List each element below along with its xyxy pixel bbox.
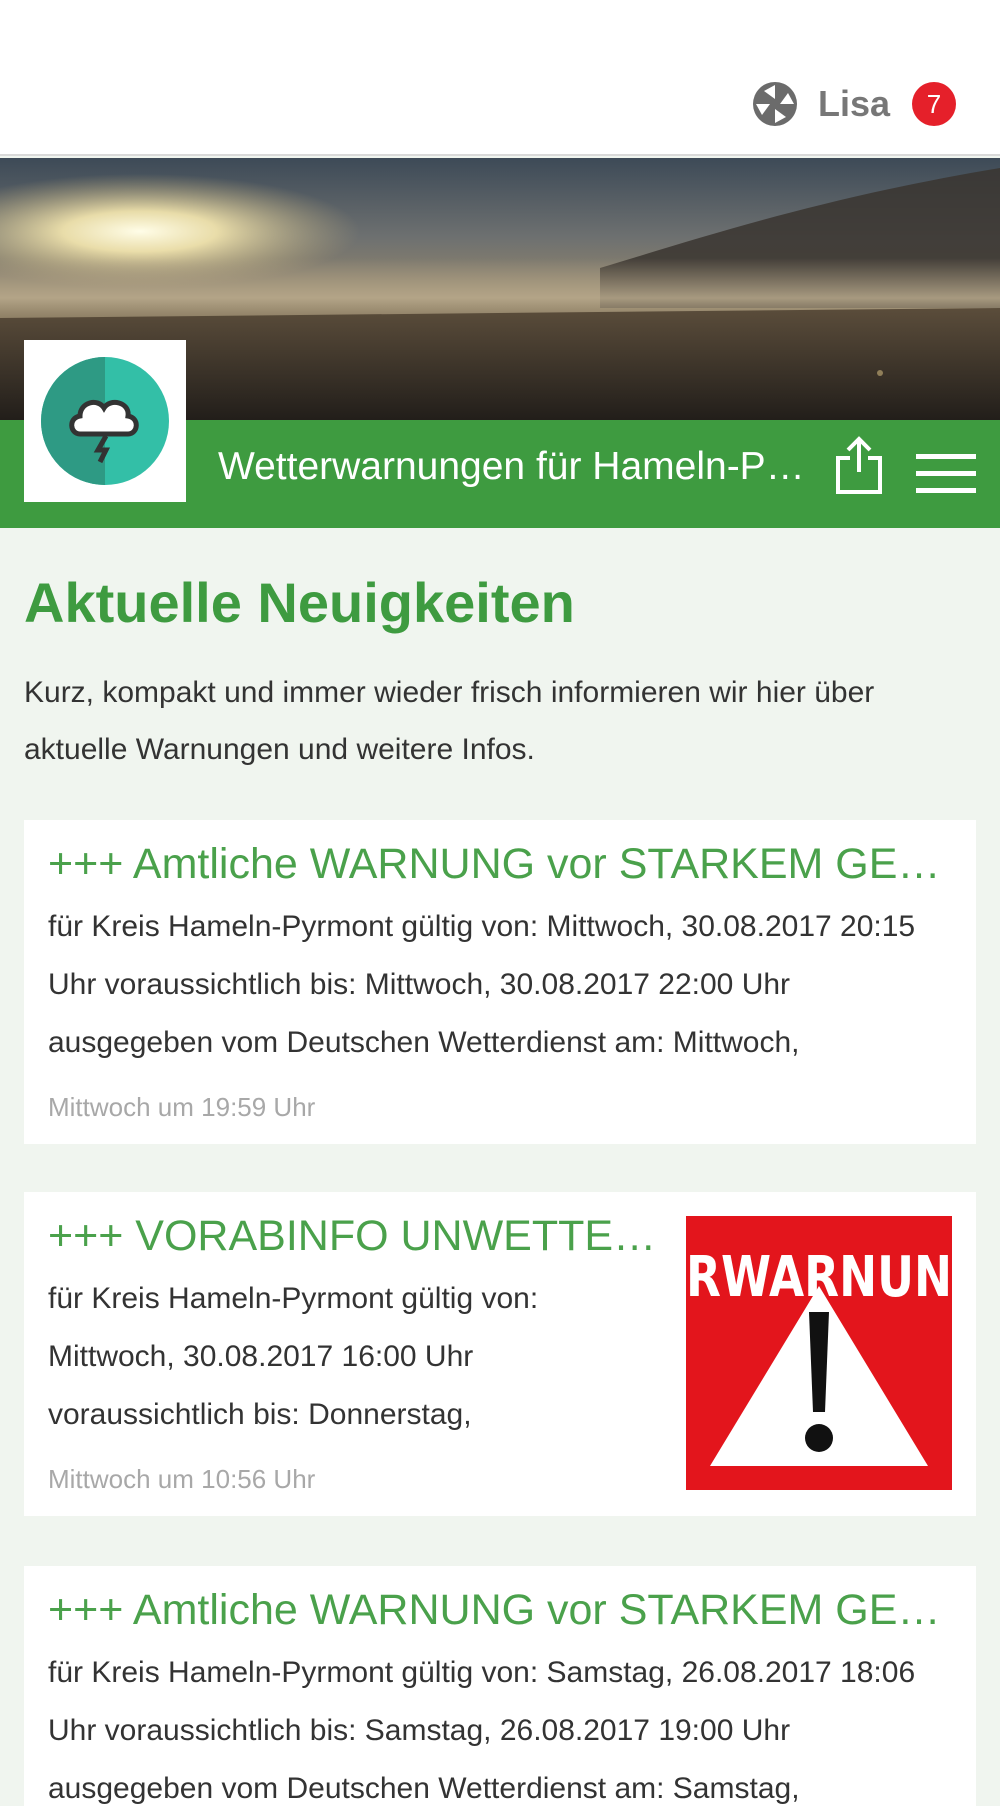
news-timestamp: Mittwoch um 19:59 Uhr [48, 1092, 316, 1122]
user-menu[interactable]: Lisa 7 [752, 78, 956, 130]
notification-badge[interactable]: 7 [912, 82, 956, 126]
top-bar: Lisa 7 [0, 0, 1000, 156]
hamburger-menu-icon[interactable] [916, 452, 976, 496]
section-intro: Kurz, kompakt und immer wieder frisch in… [24, 676, 875, 766]
news-thumbnail[interactable]: RWARNUN [686, 1216, 952, 1490]
community-logo-icon [752, 82, 797, 126]
share-icon[interactable] [832, 436, 886, 496]
news-title[interactable]: +++ Amtliche WARNUNG vor STARKEM GEWITTE… [48, 1586, 952, 1635]
user-name[interactable]: Lisa [818, 83, 890, 125]
section-title: Aktuelle Neuigkeiten [24, 571, 575, 634]
news-excerpt: für Kreis Hameln-Pyrmont gültig von: Mit… [48, 1282, 539, 1431]
news-title[interactable]: +++ Amtliche WARNUNG vor STARKEM GEWITTE… [48, 840, 952, 889]
news-card[interactable]: +++ Amtliche WARNUNG vor STARKEM GEWITTE… [24, 1566, 976, 1806]
news-excerpt: für Kreis Hameln-Pyrmont gültig von: Mit… [48, 910, 916, 1059]
storm-cloud-icon [41, 357, 169, 485]
page-title: Wetterwarnungen für Hameln-Pyrmont [218, 445, 808, 488]
news-card[interactable]: +++ Amtliche WARNUNG vor STARKEM GEWITTE… [24, 820, 976, 1144]
news-timestamp: Mittwoch um 10:56 Uhr [48, 1464, 316, 1494]
news-title[interactable]: +++ VORABINFO UNWETTER +++ [48, 1212, 658, 1261]
thumbnail-label: RWARNUN [686, 1245, 952, 1310]
news-card[interactable]: +++ VORABINFO UNWETTER +++ für Kreis Ham… [24, 1192, 976, 1516]
page-avatar [24, 340, 186, 502]
news-excerpt: für Kreis Hameln-Pyrmont gültig von: Sam… [48, 1656, 916, 1805]
